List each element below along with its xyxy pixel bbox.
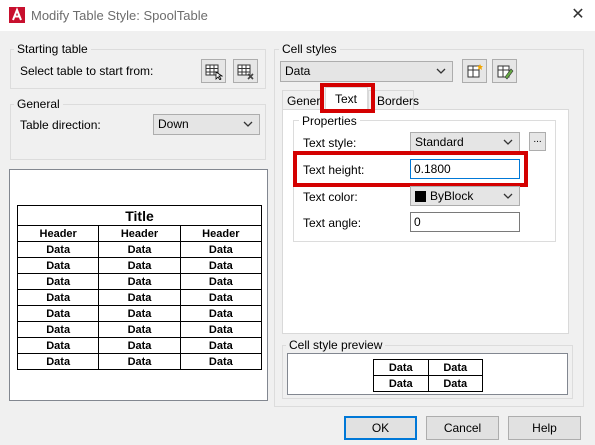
text-angle-input[interactable]: 0	[410, 212, 520, 232]
preview-data-cell: Data	[179, 321, 263, 338]
preview-data-cell: Data	[16, 337, 100, 354]
preview-title-row: Title	[17, 205, 262, 226]
preview-data-cell: Data	[98, 257, 181, 274]
preview-data-cell: Data	[98, 305, 181, 322]
help-button[interactable]: Help	[508, 416, 581, 440]
chevron-down-icon	[436, 68, 446, 74]
cell-preview-table: Data Data Data Data	[373, 359, 483, 392]
cancel-button[interactable]: Cancel	[426, 416, 499, 440]
preview-data-cell: Data	[16, 289, 100, 306]
text-style-dropdown[interactable]: Standard	[410, 132, 520, 152]
preview-data-cell: Data	[179, 353, 263, 370]
preview-data-cell: Data	[179, 241, 263, 258]
cell-style-dropdown[interactable]: Data	[280, 61, 453, 82]
preview-data-cell: Data	[179, 273, 263, 290]
tab-general[interactable]: General	[282, 90, 322, 109]
cell-style-preview-label: Cell style preview	[286, 338, 386, 352]
preview-data-cell: Data	[98, 321, 181, 338]
table-direction-label: Table direction:	[20, 118, 101, 132]
chevron-down-icon	[503, 193, 513, 199]
color-swatch	[415, 191, 426, 202]
preview-data-row: Data Data Data	[16, 289, 263, 306]
ok-button[interactable]: OK	[344, 416, 417, 440]
preview-data-cell: Data	[16, 353, 100, 370]
preview-header-cell: Header	[16, 225, 100, 242]
preview-header-cell: Header	[98, 225, 181, 242]
table-direction-dropdown[interactable]: Down	[153, 114, 260, 135]
preview-data-cell: Data	[16, 305, 100, 322]
remove-table-button[interactable]	[233, 59, 258, 83]
close-icon: ✕	[571, 6, 585, 23]
preview-data-row: Data Data Data	[16, 321, 263, 338]
preview-title-cell: Title	[17, 205, 262, 226]
text-angle-value: 0	[414, 215, 421, 229]
preview-data-cell: Data	[179, 289, 263, 306]
chevron-down-icon	[243, 121, 253, 127]
preview-data-cell: Data	[98, 241, 181, 258]
create-cell-style-icon	[467, 64, 483, 78]
preview-data-cell: Data	[16, 273, 100, 290]
cell-preview-cell: Data	[427, 359, 483, 376]
tab-general-label: General	[287, 94, 321, 108]
cell-preview-cell: Data	[373, 375, 429, 392]
preview-data-row: Data Data Data	[16, 353, 263, 370]
text-color-value: ByBlock	[430, 189, 474, 203]
preview-data-row: Data Data Data	[16, 257, 263, 274]
preview-data-cell: Data	[179, 305, 263, 322]
manage-cell-styles-icon	[497, 65, 514, 80]
preview-data-cell: Data	[98, 289, 181, 306]
cell-style-preview: Data Data Data Data	[287, 353, 568, 395]
preview-data-cell: Data	[98, 337, 181, 354]
preview-data-cell: Data	[16, 241, 100, 258]
text-color-dropdown[interactable]: ByBlock	[410, 186, 520, 206]
cell-preview-row: Data Data	[373, 359, 483, 376]
create-cell-style-button[interactable]	[462, 59, 487, 83]
cell-style-value: Data	[285, 64, 311, 78]
preview-data-row: Data Data Data	[16, 273, 263, 290]
select-table-button[interactable]	[201, 59, 226, 83]
text-style-value: Standard	[415, 135, 464, 149]
tab-borders-label: Borders	[377, 94, 420, 108]
cell-preview-row: Data Data	[373, 375, 483, 392]
preview-data-row: Data Data Data	[16, 305, 263, 322]
preview-data-cell: Data	[179, 337, 263, 354]
table-direction-value: Down	[158, 117, 189, 131]
preview-header-cell: Header	[179, 225, 263, 242]
autocad-app-icon	[9, 7, 25, 23]
preview-data-cell: Data	[98, 273, 181, 290]
preview-data-row: Data Data Data	[16, 337, 263, 354]
preview-table: Title Header Header Header Data Data Data D…	[16, 205, 263, 370]
tab-text-highlight	[320, 83, 375, 113]
preview-header-row: Header Header Header	[16, 225, 263, 242]
properties-label: Properties	[299, 114, 360, 128]
cell-preview-cell: Data	[373, 359, 429, 376]
chevron-down-icon	[503, 139, 513, 145]
general-label: General	[14, 97, 63, 111]
preview-data-cell: Data	[16, 321, 100, 338]
preview-data-row: Data Data Data	[16, 241, 263, 258]
starting-table-label: Starting table	[14, 42, 91, 56]
text-height-highlight	[293, 151, 528, 187]
cell-styles-label: Cell styles	[279, 42, 340, 56]
preview-data-cell: Data	[98, 353, 181, 370]
table-preview: Title Header Header Header Data Data Data D…	[9, 169, 268, 401]
text-style-label: Text style:	[303, 136, 357, 150]
cell-preview-cell: Data	[427, 375, 483, 392]
text-style-browse-button[interactable]: ...	[529, 132, 546, 151]
window-title: Modify Table Style: SpoolTable	[31, 8, 208, 23]
text-color-label: Text color:	[303, 190, 358, 204]
manage-cell-styles-button[interactable]	[492, 59, 517, 83]
remove-table-icon	[237, 64, 254, 80]
close-window-button[interactable]: ✕	[568, 5, 588, 25]
select-table-label: Select table to start from:	[20, 64, 154, 78]
text-angle-label: Text angle:	[303, 216, 362, 230]
select-table-icon	[205, 64, 223, 80]
preview-data-cell: Data	[179, 257, 263, 274]
preview-data-cell: Data	[16, 257, 100, 274]
